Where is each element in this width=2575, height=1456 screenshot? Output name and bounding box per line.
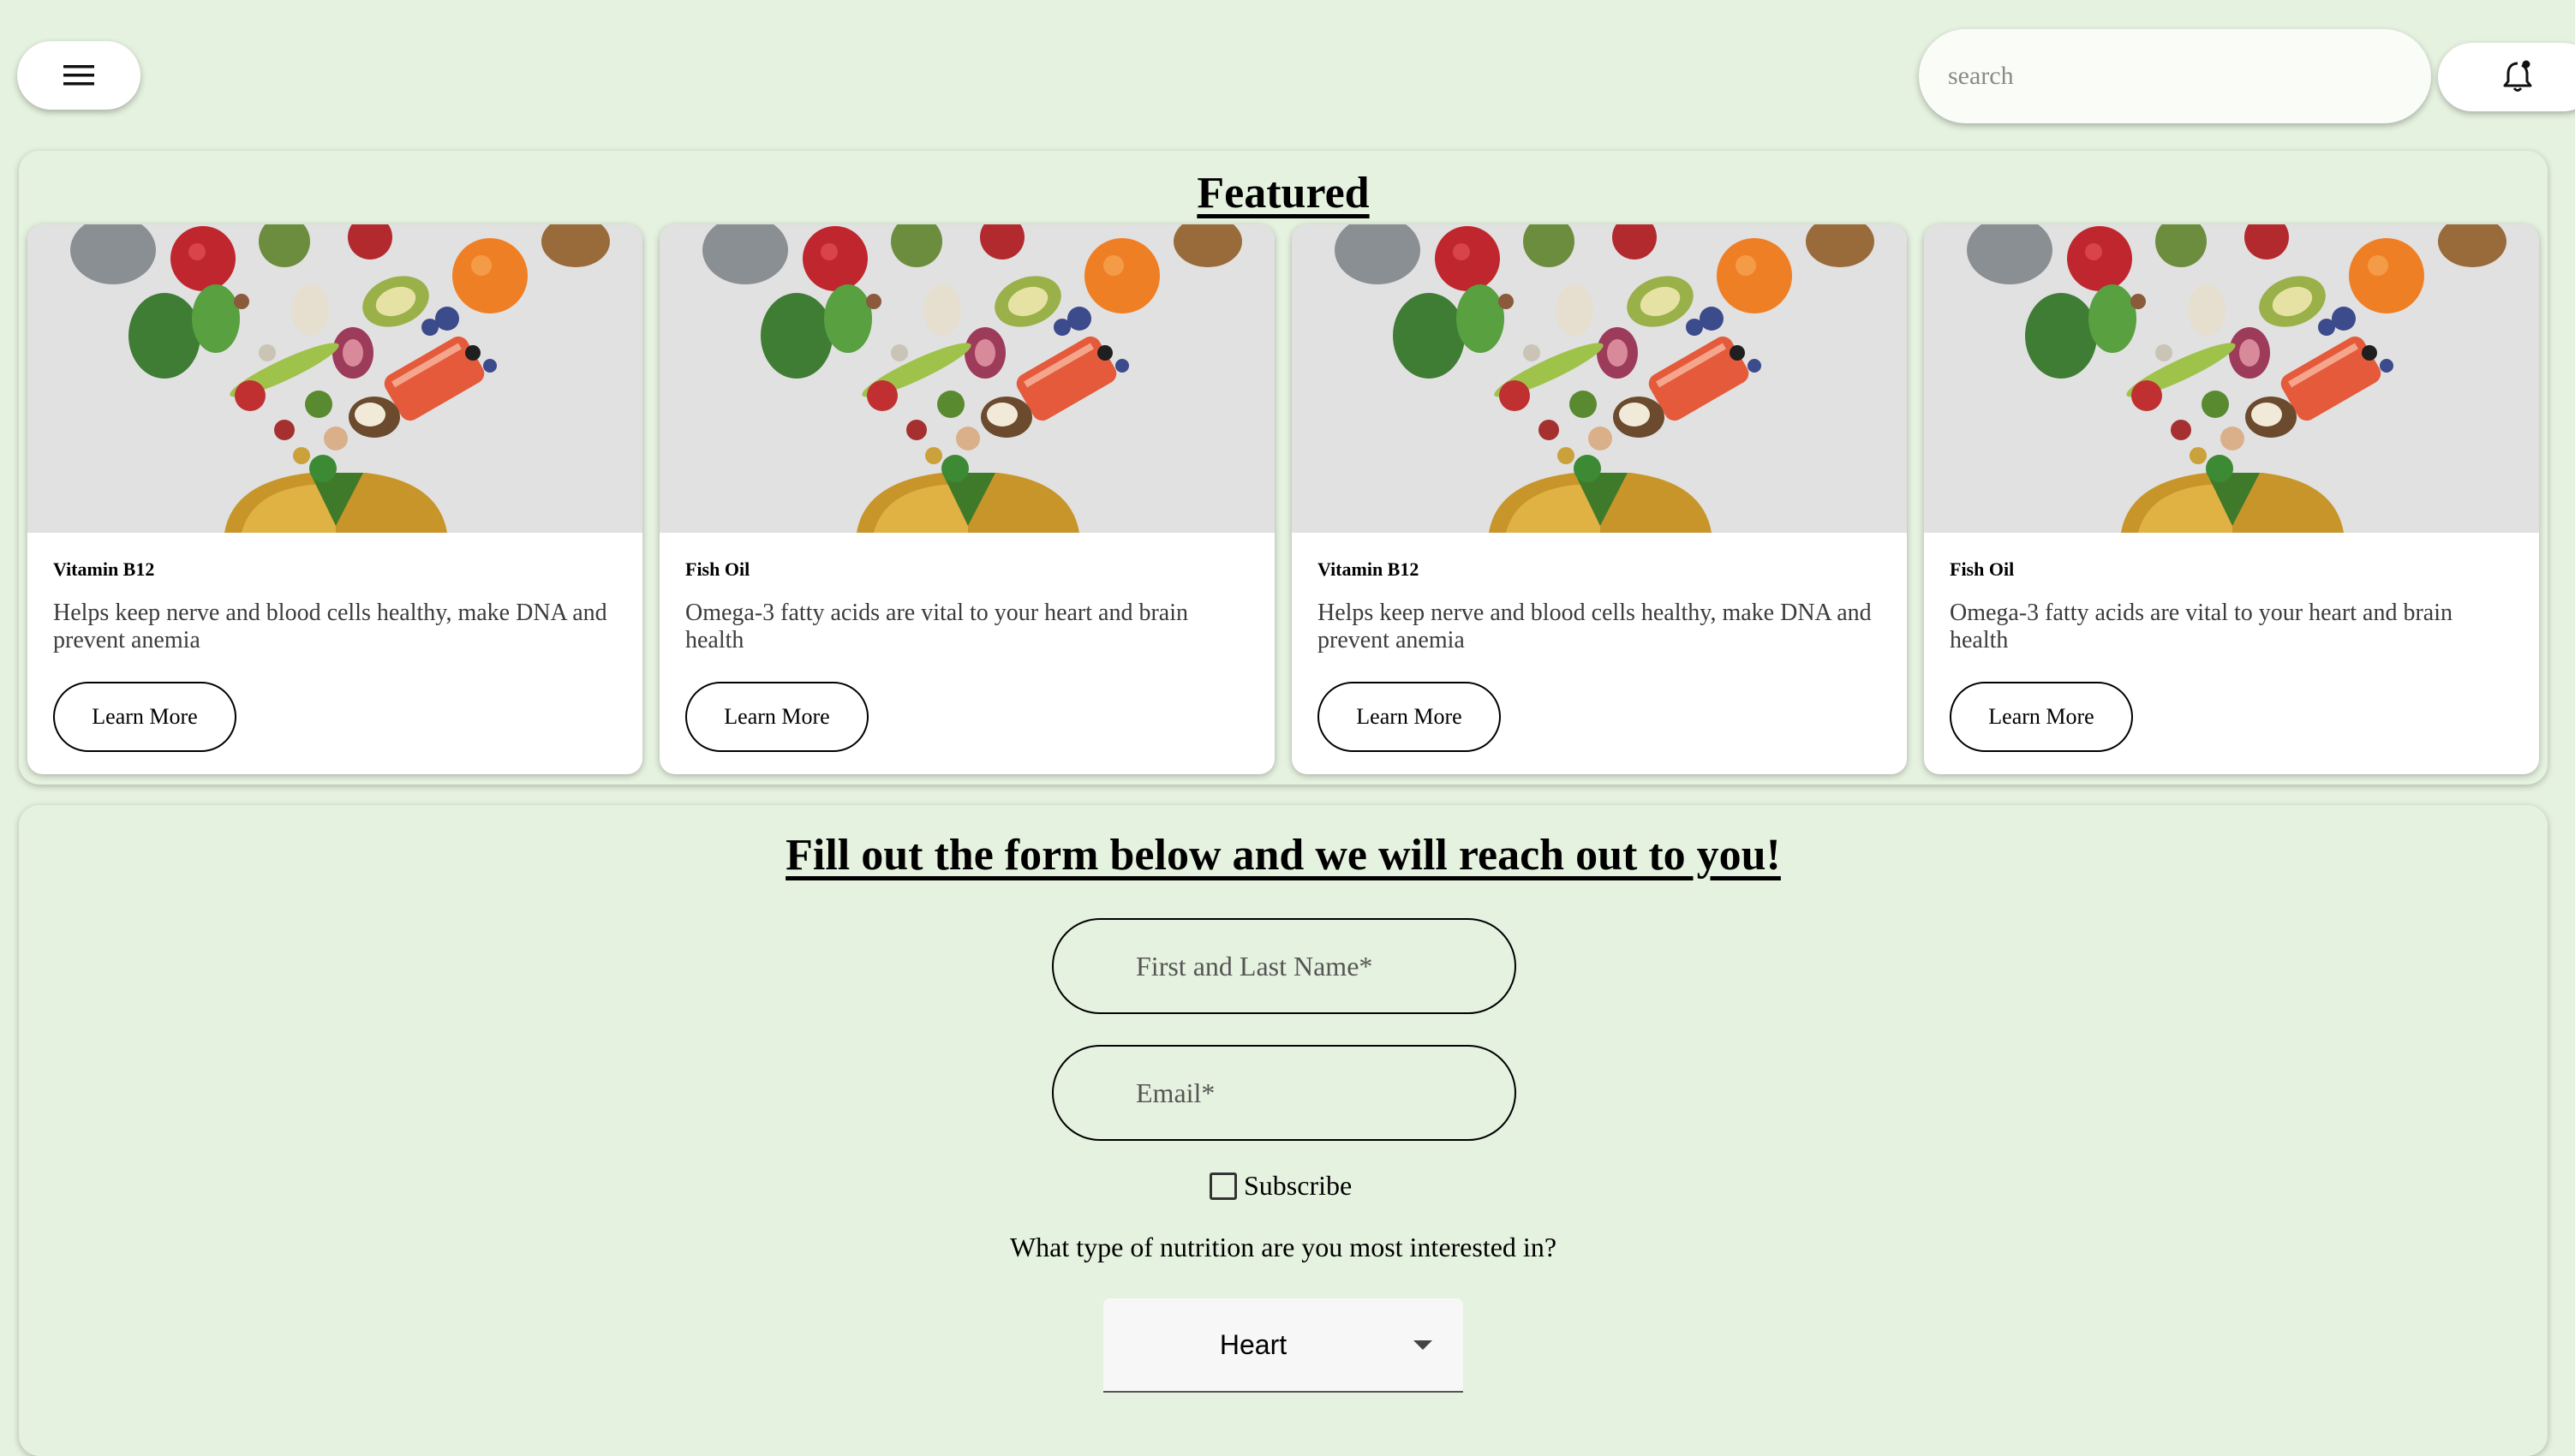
menu-button[interactable]	[17, 41, 140, 110]
card-title: Vitamin B12	[1317, 558, 1419, 580]
subscribe-label: Subscribe	[1244, 1170, 1353, 1201]
card-description: Helps keep nerve and blood cells healthy…	[1317, 600, 1872, 653]
name-field[interactable]	[1052, 918, 1516, 1014]
subscribe-option[interactable]: Subscribe	[1210, 1170, 1352, 1202]
product-card: Fish Oil Omega-3 fatty acids are vital t…	[660, 224, 1275, 774]
email-field[interactable]	[1052, 1045, 1516, 1141]
form-title: Fill out the form below and we will reac…	[786, 831, 1781, 880]
fruits-vegetables-capsule-image	[1924, 224, 2539, 533]
learn-more-button[interactable]: Learn More	[53, 682, 236, 752]
product-card: Vitamin B12 Helps keep nerve and blood c…	[27, 224, 642, 774]
learn-more-button[interactable]: Learn More	[685, 682, 869, 752]
card-title: Fish Oil	[1950, 558, 2015, 580]
card-title: Fish Oil	[685, 558, 750, 580]
featured-title: Featured	[1197, 169, 1370, 218]
subscribe-checkbox[interactable]	[1210, 1172, 1237, 1200]
card-description: Omega-3 fatty acids are vital to your he…	[685, 600, 1188, 653]
dropdown-arrow-icon	[1413, 1340, 1432, 1350]
fruits-vegetables-capsule-image	[1292, 224, 1907, 533]
nutrition-select[interactable]: Heart	[1103, 1298, 1463, 1393]
product-card: Vitamin B12 Helps keep nerve and blood c…	[1292, 224, 1907, 774]
nutrition-question: What type of nutrition are you most inte…	[1009, 1232, 1557, 1262]
product-card: Fish Oil Omega-3 fatty acids are vital t…	[1924, 224, 2539, 774]
learn-more-button[interactable]: Learn More	[1950, 682, 2133, 752]
card-description: Omega-3 fatty acids are vital to your he…	[1950, 600, 2453, 653]
search-input[interactable]	[1946, 61, 2431, 92]
search-bar[interactable]	[1919, 29, 2431, 123]
select-value: Heart	[1219, 1328, 1288, 1360]
contact-form-section: Fill out the form below and we will reac…	[19, 805, 2548, 1456]
fruits-vegetables-capsule-image	[27, 224, 642, 533]
card-title: Vitamin B12	[53, 558, 155, 580]
fruits-vegetables-capsule-image	[660, 224, 1275, 533]
card-description: Helps keep nerve and blood cells healthy…	[53, 600, 607, 653]
featured-cards: Vitamin B12 Helps keep nerve and blood c…	[27, 224, 2539, 774]
bell-notification-icon	[2503, 60, 2532, 92]
hamburger-menu-icon	[63, 65, 94, 86]
featured-section: Featured Vitamin B12 Helps keep nerve an…	[19, 151, 2548, 785]
learn-more-button[interactable]: Learn More	[1317, 682, 1501, 752]
notifications-button[interactable]	[2438, 43, 2575, 111]
